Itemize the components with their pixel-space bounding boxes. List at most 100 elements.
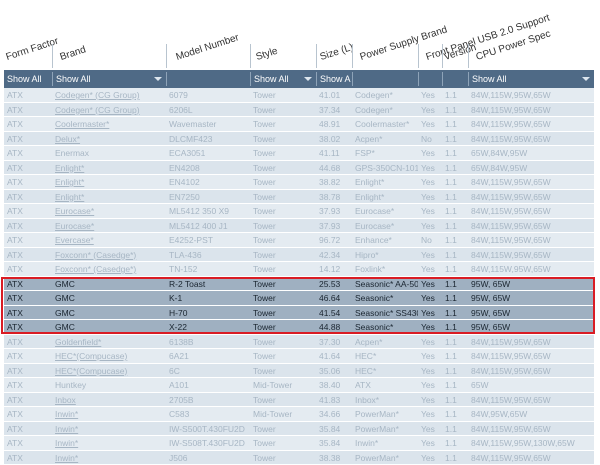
cell-brand-link[interactable]: Foxconn* (Casedge*)	[52, 262, 166, 277]
header-divider	[250, 44, 251, 68]
cell-size: 37.34	[316, 103, 352, 118]
cell-brand-link[interactable]: Inbox	[52, 393, 166, 408]
table-row[interactable]: ATXInwin*C583Mid-Tower34.66PowerMan*Yes1…	[4, 407, 594, 422]
cell-brand-link[interactable]: Evercase*	[52, 233, 166, 248]
cell-form-factor: ATX	[4, 335, 52, 350]
cell-brand-link[interactable]: HEC*(Compucase)	[52, 349, 166, 364]
cell-style: Tower	[250, 364, 316, 379]
cell-usb: Yes	[418, 407, 442, 422]
cell-usb: Yes	[418, 306, 442, 321]
table-row[interactable]: ATXGMCK-1Tower46.64Seasonic*Yes1.195W, 6…	[4, 291, 594, 306]
cell-cpu: 84W,115W,95W,65W	[468, 248, 594, 263]
cell-size: 14.12	[316, 262, 352, 277]
cell-cpu: 84W,115W,95W,65W	[468, 190, 594, 205]
table-row[interactable]: ATXInwin*IW-S500T.430FU2DTower35.84Power…	[4, 422, 594, 437]
cell-psu: PowerMan*	[352, 451, 418, 465]
cell-style: Tower	[250, 248, 316, 263]
cell-brand-link[interactable]: Enlight*	[52, 175, 166, 190]
cell-brand-link[interactable]: Delux*	[52, 132, 166, 147]
cell-model: 6A21	[166, 349, 250, 364]
cell-brand-link[interactable]: Eurocase*	[52, 219, 166, 234]
cell-brand: GMC	[52, 306, 166, 321]
table-row[interactable]: ATXEvercase*E4252-PSTTower96.72Enhance*N…	[4, 233, 594, 248]
cell-cpu: 95W, 65W	[468, 291, 594, 306]
table-row[interactable]: ATXEnlight*EN4102Tower38.82Enlight*Yes1.…	[4, 175, 594, 190]
filter-usb	[418, 72, 442, 86]
cell-size: 35.84	[316, 436, 352, 451]
filter-form-factor-label: Show All	[7, 74, 42, 84]
table-row[interactable]: ATXEnlight*EN4208Tower44.68GPS-350CN-101…	[4, 161, 594, 176]
cell-cpu: 84W,115W,95W,130W,65W	[468, 436, 594, 451]
cell-brand-link[interactable]: HEC*(Compucase)	[52, 364, 166, 379]
table-row[interactable]: ATXGMCH-70Tower41.54Seasonic* SS430HYes1…	[4, 306, 594, 321]
table-row[interactable]: ATXGoldenfield*6138BTower37.30Acpen*Yes1…	[4, 335, 594, 350]
cell-brand-link[interactable]: Inwin*	[52, 422, 166, 437]
cell-version: 1.1	[442, 204, 468, 219]
cell-brand-link[interactable]: Goldenfield*	[52, 335, 166, 350]
cell-brand-link[interactable]: Enlight*	[52, 190, 166, 205]
table-row[interactable]: ATXHuntkeyA101Mid-Tower38.40ATXYes1.165W	[4, 378, 594, 393]
cell-version: 1.1	[442, 103, 468, 118]
cell-brand-link[interactable]: Eurocase*	[52, 204, 166, 219]
cell-model: IW-S508T.430FU2D	[166, 436, 250, 451]
cell-brand-link[interactable]: Inwin*	[52, 451, 166, 465]
cell-model: X-22	[166, 320, 250, 335]
table-row[interactable]: ATXGMCX-22Tower44.88Seasonic*Yes1.195W, …	[4, 320, 594, 335]
cell-brand-link[interactable]: Codegen* (CG Group)	[52, 103, 166, 118]
cell-model: R-2 Toast	[166, 277, 250, 292]
cell-model: A101	[166, 378, 250, 393]
table-row[interactable]: ATXInwin*IW-S508T.430FU2DTower35.84Inwin…	[4, 436, 594, 451]
cell-psu: Seasonic*	[352, 320, 418, 335]
table-row[interactable]: ATXDelux*DLCMF423Tower38.02Acpen*No1.184…	[4, 132, 594, 147]
filter-brand-dropdown[interactable]: Show All	[52, 72, 166, 86]
header-divider	[468, 44, 469, 68]
cell-brand-link[interactable]: Inwin*	[52, 407, 166, 422]
cell-size: 44.88	[316, 320, 352, 335]
cell-form-factor: ATX	[4, 378, 52, 393]
cell-form-factor: ATX	[4, 262, 52, 277]
table-row[interactable]: ATXFoxconn* (Casedge*)TN-152Tower14.12Fo…	[4, 262, 594, 277]
filter-cpu-dropdown[interactable]: Show All	[468, 72, 594, 86]
cell-usb: Yes	[418, 364, 442, 379]
table-row[interactable]: ATXEurocase*ML5412 400 J1Tower37.93Euroc…	[4, 219, 594, 234]
cell-size: 48.91	[316, 117, 352, 132]
filter-size-dropdown[interactable]: Show A	[316, 72, 352, 86]
cell-brand-link[interactable]: Codegen* (CG Group)	[52, 88, 166, 103]
table-row[interactable]: ATXEnlight*EN7250Tower38.78Enlight*Yes1.…	[4, 190, 594, 205]
cell-form-factor: ATX	[4, 103, 52, 118]
cell-usb: Yes	[418, 175, 442, 190]
table-row[interactable]: ATXHEC*(Compucase)6CTower35.06HEC*Yes1.1…	[4, 364, 594, 379]
cell-size: 44.68	[316, 161, 352, 176]
cell-brand-link[interactable]: Coolermaster*	[52, 117, 166, 132]
cell-brand-link[interactable]: Foxconn* (Casedge*)	[52, 248, 166, 263]
cell-size: 25.53	[316, 277, 352, 292]
cell-usb: Yes	[418, 335, 442, 350]
table-row[interactable]: ATXInwin*J506Tower38.38PowerMan*Yes1.184…	[4, 451, 594, 465]
header-divider	[352, 44, 353, 68]
table-row[interactable]: ATXInbox2705BTower41.83Inbox*Yes1.184W,1…	[4, 393, 594, 408]
cell-version: 1.1	[442, 233, 468, 248]
cell-psu: Enhance*	[352, 233, 418, 248]
filter-style-dropdown[interactable]: Show All	[250, 72, 316, 86]
filter-size-label: Show A	[320, 74, 351, 84]
table-row[interactable]: ATXCoolermaster*WavemasterTower48.91Cool…	[4, 117, 594, 132]
table-row[interactable]: ATXFoxconn* (Casedge*)TLA-436Tower42.34H…	[4, 248, 594, 263]
table-row[interactable]: ATXEnermaxECA3051Tower41.11FSP*Yes1.165W…	[4, 146, 594, 161]
cell-size: 37.93	[316, 219, 352, 234]
cell-version: 1.1	[442, 320, 468, 335]
cell-usb: Yes	[418, 146, 442, 161]
cell-form-factor: ATX	[4, 436, 52, 451]
cell-cpu: 84W,115W,95W,65W	[468, 233, 594, 248]
cell-form-factor: ATX	[4, 320, 52, 335]
table-row[interactable]: ATXHEC*(Compucase)6A21Tower41.64HEC*Yes1…	[4, 349, 594, 364]
table-row[interactable]: ATXCodegen* (CG Group)6206LTower37.34Cod…	[4, 103, 594, 118]
filter-form-factor[interactable]: Show All	[4, 72, 52, 86]
table-row[interactable]: ATXEurocase*ML5412 350 X9Tower37.93Euroc…	[4, 204, 594, 219]
cell-brand-link[interactable]: Enlight*	[52, 161, 166, 176]
filter-version	[442, 72, 468, 86]
cell-style: Tower	[250, 132, 316, 147]
table-row[interactable]: ATXCodegen* (CG Group)6079Tower41.01Code…	[4, 88, 594, 103]
cell-brand-link[interactable]: Inwin*	[52, 436, 166, 451]
table-row[interactable]: ATXGMCR-2 ToastTower25.53Seasonic* AA-50…	[4, 277, 594, 292]
cell-style: Tower	[250, 277, 316, 292]
